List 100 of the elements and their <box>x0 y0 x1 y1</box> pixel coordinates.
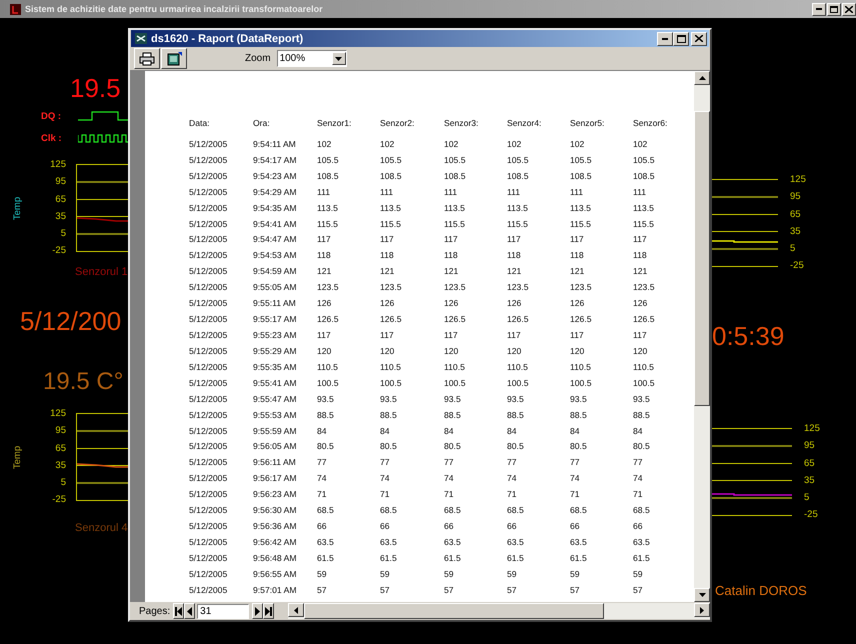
table-cell-text: 123.5 <box>570 282 593 292</box>
scroll-up-button[interactable] <box>694 71 710 85</box>
table-cell-text: 117 <box>507 330 522 340</box>
table-cell-text: 117 <box>317 234 332 244</box>
table-cell-text: 9:54:17 AM <box>253 154 298 165</box>
signal-label: Clk : <box>40 132 63 144</box>
axis-tick-label: 5 <box>60 476 66 490</box>
table-cell-text: 5/12/2005 <box>189 584 228 595</box>
table-cell-text: 108.5 <box>317 170 340 181</box>
table-cell-text: 77 <box>380 457 391 468</box>
table-cell-text: 9:55:59 AM <box>253 426 298 436</box>
maximize-button[interactable] <box>827 2 841 16</box>
table-cell-text: 61.5 <box>507 552 525 563</box>
right-arrow-icon <box>700 606 704 614</box>
table-cell-text: 110.5 <box>633 362 655 372</box>
table-cell-text: 5/12/2005 <box>189 202 228 213</box>
table-cell-text: 66 <box>380 521 391 532</box>
table-cell-text: 121 <box>380 266 396 276</box>
table-cell-text: 102 <box>507 138 522 149</box>
temperature-reading: 19.5 C° <box>42 367 124 397</box>
maximize-icon <box>830 6 838 12</box>
minimize-button[interactable] <box>657 32 673 46</box>
table-cell-text: 66 <box>633 521 644 532</box>
table-cell-text: 9:55:17 AM <box>253 314 298 324</box>
table-cell-text: 105.5 <box>507 154 530 165</box>
table-cell-text: 118 <box>317 250 332 260</box>
axis-tick-label: -25 <box>51 493 66 508</box>
table-cell-text: 9:54:41 AM <box>253 218 298 229</box>
table-cell-text: 66 <box>317 521 328 532</box>
table-cell-text: 61.5 <box>570 552 588 563</box>
table-cell-text: 113.5 <box>380 202 402 213</box>
table-cell-text: 102 <box>570 138 586 149</box>
table-cell-text: 71 <box>317 489 328 500</box>
pages-label: Pages: <box>139 606 170 616</box>
table-cell-text: 74 <box>317 473 328 484</box>
table-cell-text: 100.5 <box>317 378 340 388</box>
table-cell-text: 105.5 <box>317 154 340 165</box>
scrollbar-thumb[interactable] <box>304 603 604 619</box>
table-cell-text: 57 <box>507 584 518 595</box>
table-cell-text: 5/12/2005 <box>189 314 228 324</box>
table-cell-text: 9:55:05 AM <box>253 282 298 292</box>
right-arrow-icon <box>255 606 260 616</box>
table-cell-text: 9:54:23 AM <box>253 170 298 181</box>
table-cell-text: 111 <box>633 186 648 197</box>
last-page-button[interactable] <box>263 603 274 619</box>
table-cell-text: 5/12/2005 <box>189 521 228 532</box>
first-page-button[interactable] <box>173 603 184 619</box>
scroll-left-button[interactable] <box>288 603 304 617</box>
table-cell-text: 117 <box>444 234 459 244</box>
table-cell-text: 121 <box>507 266 522 276</box>
printer-icon <box>139 52 155 66</box>
table-cell-text: 59 <box>317 568 328 579</box>
scroll-right-button[interactable] <box>694 603 710 617</box>
close-button[interactable] <box>691 32 707 46</box>
table-cell-text: 126 <box>317 298 332 308</box>
table-cell-text: 117 <box>633 234 648 244</box>
previous-page-button[interactable] <box>184 603 196 619</box>
table-cell-text: 120 <box>317 346 332 356</box>
table-cell-text: 111 <box>317 186 332 197</box>
table-cell-text: 74 <box>507 473 518 484</box>
table-cell-text: 105.5 <box>570 154 593 165</box>
export-button[interactable] <box>161 48 187 69</box>
table-cell-text: 77 <box>633 457 644 468</box>
left-arrow-icon <box>187 606 192 616</box>
table-cell-text: 5/12/2005 <box>189 457 228 468</box>
window-title: Sistem de achizitie date pentru urmarirea incalzirii transformatoarelor <box>25 4 324 14</box>
table-cell-text: 80.5 <box>380 441 398 452</box>
table-cell-text: 120 <box>380 346 396 356</box>
table-cell-text: 9:55:47 AM <box>253 394 298 404</box>
column-header: Senzor3: <box>444 118 480 128</box>
minimize-button[interactable] <box>812 2 826 16</box>
table-cell-text: 61.5 <box>380 552 398 563</box>
table-cell-text: 71 <box>380 489 391 500</box>
table-cell-text: 113.5 <box>317 202 339 213</box>
scroll-down-button[interactable] <box>694 588 710 602</box>
table-cell-text: 9:56:30 AM <box>253 505 298 516</box>
table-cell-text: 108.5 <box>570 170 593 181</box>
table-cell-text: 84 <box>570 426 581 436</box>
table-cell-text: 77 <box>570 457 581 468</box>
caret-icon <box>335 56 342 60</box>
table-cell-text: 108.5 <box>380 170 403 181</box>
zoom-dropdown[interactable]: 100% <box>276 50 347 67</box>
print-button[interactable] <box>134 48 160 69</box>
table-cell-text: 102 <box>444 138 460 149</box>
app-icon <box>10 4 21 14</box>
sensor-caption: Senzorul 4 <box>74 521 128 536</box>
maximize-button[interactable] <box>673 32 689 46</box>
table-cell-text: 9:56:48 AM <box>253 552 298 563</box>
table-cell-text: 66 <box>444 521 455 532</box>
table-cell-text: 117 <box>633 330 648 340</box>
axis-tick-label: -25 <box>804 508 819 522</box>
close-button[interactable] <box>842 2 856 16</box>
table-cell-text: 93.5 <box>444 394 462 404</box>
page-number-field[interactable]: 31 <box>197 604 250 618</box>
table-cell-text: 80.5 <box>317 441 335 452</box>
data-waveform <box>78 110 128 122</box>
scrollbar-thumb[interactable] <box>694 111 710 406</box>
table-cell-text: 100.5 <box>507 378 530 388</box>
table-cell-text: 63.5 <box>507 537 525 547</box>
next-page-button[interactable] <box>252 603 264 619</box>
